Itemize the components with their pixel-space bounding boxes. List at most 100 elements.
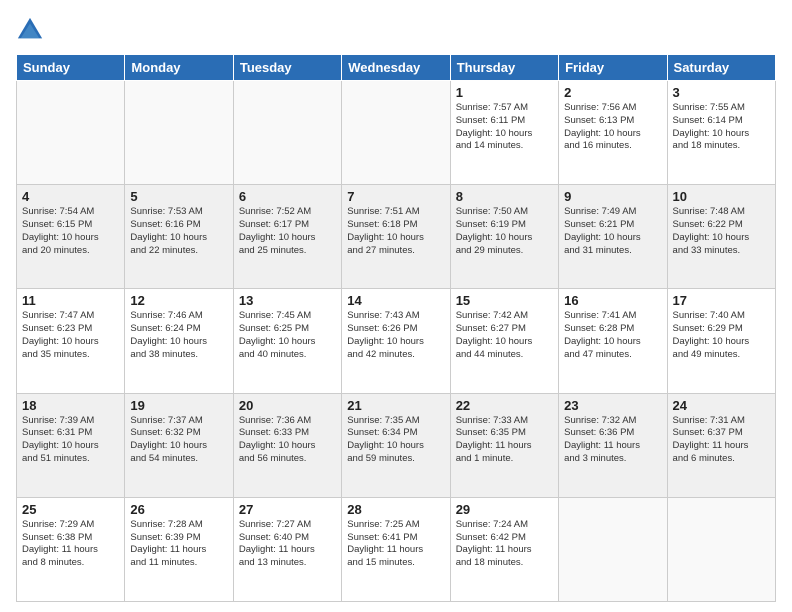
day-info: Sunrise: 7:27 AM Sunset: 6:40 PM Dayligh…	[239, 519, 336, 570]
header	[16, 16, 776, 44]
calendar-cell: 9 Sunrise: 7:49 AM Sunset: 6:21 PM Daylig…	[559, 185, 667, 289]
calendar-cell: 10 Sunrise: 7:48 AM Sunset: 6:22 PM Dayli…	[667, 185, 775, 289]
calendar-cell	[125, 81, 233, 185]
page: SundayMondayTuesdayWednesdayThursdayFrid…	[0, 0, 792, 612]
day-info: Sunrise: 7:41 AM Sunset: 6:28 PM Dayligh…	[564, 310, 661, 361]
day-number: 23	[564, 398, 661, 413]
day-number: 19	[130, 398, 227, 413]
calendar-cell: 17 Sunrise: 7:40 AM Sunset: 6:29 PM Dayli…	[667, 289, 775, 393]
calendar-cell	[233, 81, 341, 185]
day-info: Sunrise: 7:32 AM Sunset: 6:36 PM Dayligh…	[564, 415, 661, 466]
day-info: Sunrise: 7:25 AM Sunset: 6:41 PM Dayligh…	[347, 519, 444, 570]
calendar-cell: 7Sunrise: 7:51 AM Sunset: 6:18 PM Daylig…	[342, 185, 450, 289]
day-info: Sunrise: 7:54 AM Sunset: 6:15 PM Dayligh…	[22, 206, 119, 257]
calendar-cell: 24 Sunrise: 7:31 AM Sunset: 6:37 PM Dayli…	[667, 393, 775, 497]
day-info: Sunrise: 7:39 AM Sunset: 6:31 PM Dayligh…	[22, 415, 119, 466]
calendar-week-row: 18 Sunrise: 7:39 AM Sunset: 6:31 PM Dayli…	[17, 393, 776, 497]
logo	[16, 16, 48, 44]
weekday-header-saturday: Saturday	[667, 55, 775, 81]
calendar-cell: 6 Sunrise: 7:52 AM Sunset: 6:17 PM Daylig…	[233, 185, 341, 289]
day-number: 12	[130, 293, 227, 308]
weekday-header-tuesday: Tuesday	[233, 55, 341, 81]
day-number: 5	[130, 189, 227, 204]
calendar-cell: 29 Sunrise: 7:24 AM Sunset: 6:42 PM Dayli…	[450, 497, 558, 601]
calendar-cell	[559, 497, 667, 601]
day-number: 4	[22, 189, 119, 204]
calendar-cell: 22 Sunrise: 7:33 AM Sunset: 6:35 PM Dayli…	[450, 393, 558, 497]
weekday-header-monday: Monday	[125, 55, 233, 81]
calendar-cell: 25 Sunrise: 7:29 AM Sunset: 6:38 PM Dayli…	[17, 497, 125, 601]
day-number: 25	[22, 502, 119, 517]
weekday-header-friday: Friday	[559, 55, 667, 81]
calendar-cell: 13Sunrise: 7:45 AM Sunset: 6:25 PM Dayli…	[233, 289, 341, 393]
calendar-week-row: 25 Sunrise: 7:29 AM Sunset: 6:38 PM Dayli…	[17, 497, 776, 601]
calendar-cell: 11 Sunrise: 7:47 AM Sunset: 6:23 PM Dayli…	[17, 289, 125, 393]
day-number: 7	[347, 189, 444, 204]
day-info: Sunrise: 7:50 AM Sunset: 6:19 PM Dayligh…	[456, 206, 553, 257]
day-info: Sunrise: 7:28 AM Sunset: 6:39 PM Dayligh…	[130, 519, 227, 570]
calendar-week-row: 11 Sunrise: 7:47 AM Sunset: 6:23 PM Dayli…	[17, 289, 776, 393]
calendar-cell: 23 Sunrise: 7:32 AM Sunset: 6:36 PM Dayli…	[559, 393, 667, 497]
day-info: Sunrise: 7:37 AM Sunset: 6:32 PM Dayligh…	[130, 415, 227, 466]
day-number: 18	[22, 398, 119, 413]
calendar-cell: 18 Sunrise: 7:39 AM Sunset: 6:31 PM Dayli…	[17, 393, 125, 497]
day-info: Sunrise: 7:52 AM Sunset: 6:17 PM Dayligh…	[239, 206, 336, 257]
day-number: 20	[239, 398, 336, 413]
day-number: 11	[22, 293, 119, 308]
day-info: Sunrise: 7:31 AM Sunset: 6:37 PM Dayligh…	[673, 415, 770, 466]
calendar-cell: 2 Sunrise: 7:56 AM Sunset: 6:13 PM Daylig…	[559, 81, 667, 185]
day-number: 2	[564, 85, 661, 100]
calendar-cell: 8 Sunrise: 7:50 AM Sunset: 6:19 PM Daylig…	[450, 185, 558, 289]
calendar-cell: 14Sunrise: 7:43 AM Sunset: 6:26 PM Dayli…	[342, 289, 450, 393]
day-number: 27	[239, 502, 336, 517]
calendar-cell: 16 Sunrise: 7:41 AM Sunset: 6:28 PM Dayli…	[559, 289, 667, 393]
day-number: 9	[564, 189, 661, 204]
day-info: Sunrise: 7:57 AM Sunset: 6:11 PM Dayligh…	[456, 102, 553, 153]
day-number: 14	[347, 293, 444, 308]
calendar-cell: 19 Sunrise: 7:37 AM Sunset: 6:32 PM Dayli…	[125, 393, 233, 497]
day-info: Sunrise: 7:47 AM Sunset: 6:23 PM Dayligh…	[22, 310, 119, 361]
weekday-header-row: SundayMondayTuesdayWednesdayThursdayFrid…	[17, 55, 776, 81]
day-info: Sunrise: 7:56 AM Sunset: 6:13 PM Dayligh…	[564, 102, 661, 153]
day-info: Sunrise: 7:29 AM Sunset: 6:38 PM Dayligh…	[22, 519, 119, 570]
weekday-header-sunday: Sunday	[17, 55, 125, 81]
day-number: 24	[673, 398, 770, 413]
day-info: Sunrise: 7:24 AM Sunset: 6:42 PM Dayligh…	[456, 519, 553, 570]
day-number: 28	[347, 502, 444, 517]
calendar-cell: 5 Sunrise: 7:53 AM Sunset: 6:16 PM Daylig…	[125, 185, 233, 289]
day-number: 29	[456, 502, 553, 517]
day-number: 21	[347, 398, 444, 413]
day-number: 6	[239, 189, 336, 204]
day-number: 3	[673, 85, 770, 100]
day-number: 17	[673, 293, 770, 308]
day-info: Sunrise: 7:55 AM Sunset: 6:14 PM Dayligh…	[673, 102, 770, 153]
calendar-cell: 15Sunrise: 7:42 AM Sunset: 6:27 PM Dayli…	[450, 289, 558, 393]
day-info: Sunrise: 7:53 AM Sunset: 6:16 PM Dayligh…	[130, 206, 227, 257]
weekday-header-wednesday: Wednesday	[342, 55, 450, 81]
day-info: Sunrise: 7:40 AM Sunset: 6:29 PM Dayligh…	[673, 310, 770, 361]
day-info: Sunrise: 7:48 AM Sunset: 6:22 PM Dayligh…	[673, 206, 770, 257]
calendar-week-row: 4 Sunrise: 7:54 AM Sunset: 6:15 PM Daylig…	[17, 185, 776, 289]
day-info: Sunrise: 7:49 AM Sunset: 6:21 PM Dayligh…	[564, 206, 661, 257]
logo-icon	[16, 16, 44, 44]
calendar-cell	[17, 81, 125, 185]
weekday-header-thursday: Thursday	[450, 55, 558, 81]
day-number: 8	[456, 189, 553, 204]
calendar-cell	[667, 497, 775, 601]
day-info: Sunrise: 7:42 AM Sunset: 6:27 PM Dayligh…	[456, 310, 553, 361]
calendar-cell: 20 Sunrise: 7:36 AM Sunset: 6:33 PM Dayli…	[233, 393, 341, 497]
day-info: Sunrise: 7:36 AM Sunset: 6:33 PM Dayligh…	[239, 415, 336, 466]
calendar-table: SundayMondayTuesdayWednesdayThursdayFrid…	[16, 54, 776, 602]
day-number: 16	[564, 293, 661, 308]
day-info: Sunrise: 7:33 AM Sunset: 6:35 PM Dayligh…	[456, 415, 553, 466]
calendar-cell: 3 Sunrise: 7:55 AM Sunset: 6:14 PM Daylig…	[667, 81, 775, 185]
calendar-cell: 28 Sunrise: 7:25 AM Sunset: 6:41 PM Dayli…	[342, 497, 450, 601]
calendar-cell: 1 Sunrise: 7:57 AM Sunset: 6:11 PM Daylig…	[450, 81, 558, 185]
calendar-cell: 26 Sunrise: 7:28 AM Sunset: 6:39 PM Dayli…	[125, 497, 233, 601]
day-number: 1	[456, 85, 553, 100]
day-info: Sunrise: 7:35 AM Sunset: 6:34 PM Dayligh…	[347, 415, 444, 466]
day-number: 10	[673, 189, 770, 204]
calendar-cell: 27 Sunrise: 7:27 AM Sunset: 6:40 PM Dayli…	[233, 497, 341, 601]
day-number: 22	[456, 398, 553, 413]
day-number: 26	[130, 502, 227, 517]
